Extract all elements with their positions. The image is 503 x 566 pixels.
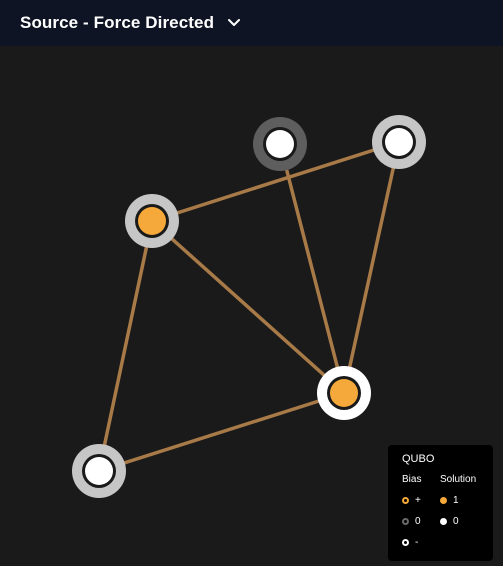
legend-solution-zero-label: 0 [453, 516, 459, 527]
legend-solution-one: 1 [440, 495, 459, 506]
graph-node-n2[interactable] [372, 115, 426, 169]
legend-bias-plus: + [402, 495, 421, 506]
solution-zero-icon [440, 518, 447, 525]
graph-node-n3[interactable] [125, 194, 179, 248]
legend-solution-header: Solution [440, 474, 477, 485]
qubo-legend: QUBO Bias Solution + 0 - 1 0 [388, 445, 493, 561]
node-solution-fill [385, 128, 413, 156]
node-solution-fill [266, 130, 294, 158]
graph-node-n4[interactable] [317, 366, 371, 420]
node-solution-fill [330, 379, 358, 407]
solution-one-icon [440, 497, 447, 504]
legend-solution-zero: 0 [440, 516, 459, 527]
graph-edge-n3-n4 [150, 219, 346, 395]
bias-minus-icon [402, 539, 409, 546]
header-bar: Source - Force Directed [0, 0, 503, 46]
graph-edge-n3-n5 [97, 219, 154, 473]
node-solution-fill [138, 207, 166, 235]
graph-node-n1[interactable] [253, 117, 307, 171]
legend-title: QUBO [402, 453, 435, 465]
legend-solution-one-label: 1 [453, 495, 459, 506]
legend-bias-plus-label: + [415, 495, 421, 506]
view-title: Source - Force Directed [20, 13, 215, 32]
legend-bias-zero: 0 [402, 516, 421, 527]
chevron-down-icon[interactable] [228, 19, 241, 27]
graph-edges [97, 140, 401, 473]
bias-plus-icon [402, 497, 409, 504]
bias-zero-icon [402, 518, 409, 525]
graph-edge-n1-n4 [278, 142, 346, 395]
graph-edge-n2-n4 [342, 140, 401, 395]
legend-bias-minus-label: - [415, 537, 419, 548]
graph-node-n5[interactable] [72, 444, 126, 498]
node-solution-fill [85, 457, 113, 485]
graph-edge-n5-n4 [97, 391, 346, 473]
legend-bias-minus: - [402, 537, 418, 548]
legend-bias-header: Bias [402, 474, 422, 485]
legend-bias-zero-label: 0 [415, 516, 421, 527]
